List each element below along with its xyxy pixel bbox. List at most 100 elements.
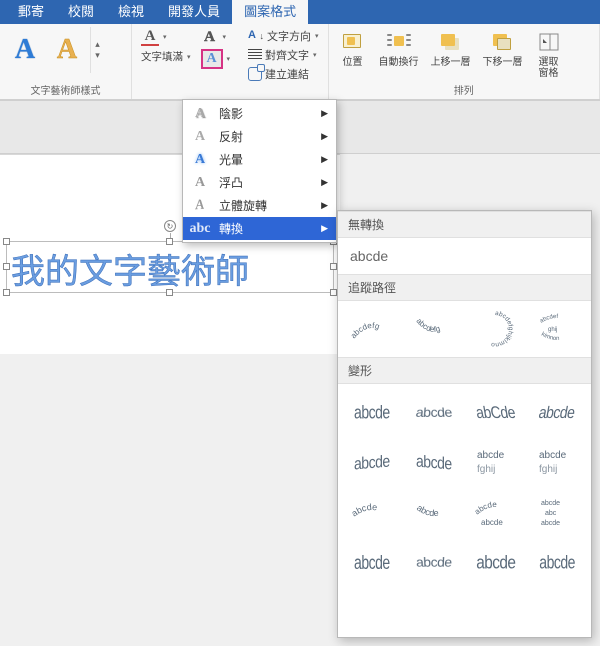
wrap-text-button[interactable]: 自動換行 xyxy=(375,27,423,70)
text-direction-button[interactable]: 文字方向▾ xyxy=(245,27,322,45)
path-arch-down[interactable]: abcdefg xyxy=(404,305,464,353)
submenu-arrow-icon: ▶ xyxy=(321,108,328,119)
warp-11[interactable]: abcde abcde xyxy=(466,488,526,536)
menu-3d-rotation[interactable]: A 立體旋轉 ▶ xyxy=(183,194,336,217)
svg-text:abcde: abcde xyxy=(350,502,378,519)
warp-12[interactable]: abcdeabcabcde xyxy=(527,488,587,536)
transform-submenu-panel: 無轉換 abcde 追蹤路徑 abcdefg abcdefg abcdefghi… xyxy=(337,210,592,638)
wordart-text[interactable]: 我的文字藝術師 xyxy=(7,242,333,295)
section-follow-path-header: 追蹤路徑 xyxy=(338,274,591,301)
path-arch-up[interactable]: abcdefg xyxy=(342,305,402,353)
tab-review[interactable]: 校閱 xyxy=(56,0,106,24)
selection-pane-button[interactable]: 選取 窗格 xyxy=(531,27,567,81)
transform-icon: abc xyxy=(189,221,211,237)
warp-2[interactable]: abcde xyxy=(404,388,464,436)
bevel-icon: A xyxy=(189,175,211,191)
group-text-layout: 文字方向▾ 對齊文字▾ 建立連結 xyxy=(239,24,329,99)
group-arrange: 位置 自動換行 上移一層 下移一層 選取 窗格 排列 xyxy=(329,24,600,99)
no-transform-option[interactable]: abcde xyxy=(338,238,591,274)
selection-pane-icon xyxy=(538,32,560,52)
svg-text:kimnon: kimnon xyxy=(540,332,559,342)
wordart-preset-1[interactable]: A xyxy=(6,27,44,73)
create-link-button[interactable]: 建立連結 xyxy=(245,65,322,83)
submenu-arrow-icon: ▶ xyxy=(321,223,328,234)
submenu-arrow-icon: ▶ xyxy=(321,131,328,142)
tab-view[interactable]: 檢視 xyxy=(106,0,156,24)
svg-text:abcde: abcde xyxy=(473,500,497,516)
warp-7[interactable]: abcde fghij xyxy=(466,438,526,486)
svg-text:abcde: abcde xyxy=(541,500,560,507)
svg-text:abcdef: abcdef xyxy=(539,314,558,325)
text-effects-icon: A xyxy=(206,51,216,67)
warp-13[interactable]: abcde xyxy=(342,538,402,586)
text-direction-icon xyxy=(248,29,264,43)
svg-text:abcdefghijklmno: abcdefghijklmno xyxy=(491,310,515,348)
section-no-transform-header: 無轉換 xyxy=(338,211,591,238)
resize-handle-nw[interactable] xyxy=(3,238,10,245)
svg-text:abcdefg: abcdefg xyxy=(350,321,381,340)
warp-16[interactable]: abcde xyxy=(527,538,587,586)
path-button[interactable]: abcdef ghijkimnon xyxy=(527,305,587,353)
warp-8[interactable]: abcde fghij xyxy=(527,438,587,486)
rotation3d-icon: A xyxy=(187,195,208,216)
warp-10[interactable]: abcde xyxy=(404,488,464,536)
warp-3[interactable]: abCde xyxy=(466,388,526,436)
path-circle[interactable]: abcdefghijklmno xyxy=(466,305,526,353)
text-effects-menu: A 陰影 ▶ A 反射 ▶ A 光暈 ▶ A 浮凸 ▶ A 立體旋轉 ▶ abc… xyxy=(182,99,337,243)
group-label-arrange: 排列 xyxy=(335,81,593,98)
ribbon-tabs: 郵寄 校閱 檢視 開發人員 圖案格式 xyxy=(0,0,600,24)
text-outline-button[interactable]: A▾ xyxy=(198,27,234,47)
resize-handle-e[interactable] xyxy=(330,263,337,270)
text-fill-label-button[interactable]: 文字填滿▾ xyxy=(138,48,194,65)
tab-shape-format[interactable]: 圖案格式 xyxy=(232,0,308,24)
group-text-effects: A▾ 文字填滿▾ A▾ A▾ xyxy=(132,24,239,99)
submenu-arrow-icon: ▶ xyxy=(321,154,328,165)
svg-text:fghij: fghij xyxy=(539,464,557,475)
svg-text:abcde: abcde xyxy=(481,518,503,527)
reflection-icon: A xyxy=(189,129,211,145)
svg-text:abcde: abcde xyxy=(541,520,560,527)
warp-14[interactable]: abcde xyxy=(404,538,464,586)
rotation-handle[interactable]: ↻ xyxy=(164,220,176,232)
wordart-selection-box[interactable]: ↻ 我的文字藝術師 xyxy=(6,241,334,293)
group-label-wordart: 文字藝術師樣式 xyxy=(6,81,125,98)
svg-text:abcde: abcde xyxy=(539,450,567,461)
bring-forward-button[interactable]: 上移一層 xyxy=(427,27,475,70)
align-text-button[interactable]: 對齊文字▾ xyxy=(245,46,322,64)
warp-9[interactable]: abcde xyxy=(342,488,402,536)
svg-text:abcde: abcde xyxy=(477,450,505,461)
text-effects-button[interactable]: A▾ xyxy=(198,48,234,70)
ribbon: A A ▴▾ 文字藝術師樣式 A▾ 文字填滿▾ A▾ A▾ xyxy=(0,24,600,100)
warp-6[interactable]: abcde xyxy=(404,438,464,486)
svg-text:ghij: ghij xyxy=(548,327,557,333)
text-outline-icon: A xyxy=(201,28,219,46)
send-backward-button[interactable]: 下移一層 xyxy=(479,27,527,70)
position-button[interactable]: 位置 xyxy=(335,27,371,70)
menu-shadow[interactable]: A 陰影 ▶ xyxy=(183,102,336,125)
tab-developer[interactable]: 開發人員 xyxy=(156,0,232,24)
submenu-arrow-icon: ▶ xyxy=(321,200,328,211)
group-wordart-styles: A A ▴▾ 文字藝術師樣式 xyxy=(0,24,132,99)
warp-15[interactable]: abcde xyxy=(466,538,526,586)
text-fill-button[interactable]: A▾ xyxy=(138,27,194,47)
resize-handle-n[interactable] xyxy=(166,238,173,245)
resize-handle-se[interactable] xyxy=(330,289,337,296)
resize-handle-sw[interactable] xyxy=(3,289,10,296)
warp-5[interactable]: abcde xyxy=(342,438,402,486)
menu-bevel[interactable]: A 浮凸 ▶ xyxy=(183,171,336,194)
menu-glow[interactable]: A 光暈 ▶ xyxy=(183,148,336,171)
resize-handle-w[interactable] xyxy=(3,263,10,270)
menu-reflection[interactable]: A 反射 ▶ xyxy=(183,125,336,148)
resize-handle-s[interactable] xyxy=(166,289,173,296)
svg-text:fghij: fghij xyxy=(477,464,495,475)
warp-1[interactable]: abcde xyxy=(342,388,402,436)
submenu-arrow-icon: ▶ xyxy=(321,177,328,188)
menu-transform[interactable]: abc 轉換 ▶ xyxy=(183,217,336,240)
align-text-icon xyxy=(248,49,262,61)
tab-mailings[interactable]: 郵寄 xyxy=(6,0,56,24)
wordart-preset-2[interactable]: A xyxy=(48,27,86,73)
warp-4[interactable]: abcde xyxy=(527,388,587,436)
wordart-gallery-expand[interactable]: ▴▾ xyxy=(90,27,104,73)
svg-text:abcde: abcde xyxy=(415,503,439,519)
svg-text:abcdefg: abcdefg xyxy=(414,316,441,334)
